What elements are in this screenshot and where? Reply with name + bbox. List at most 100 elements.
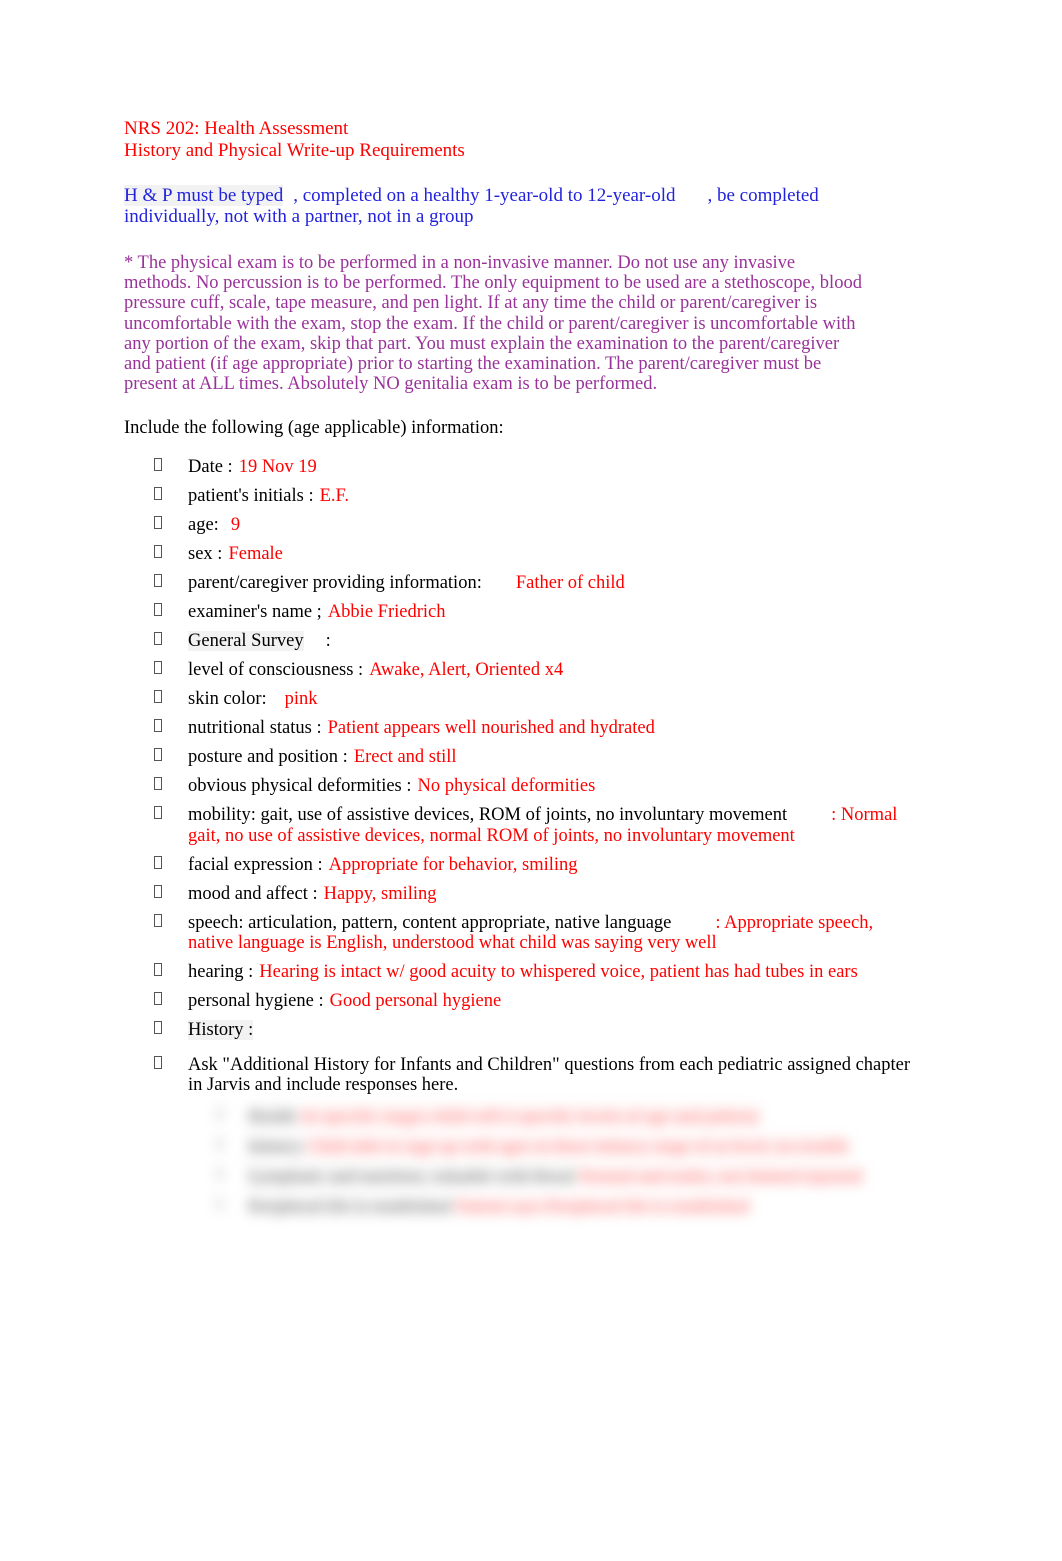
item-answer: E.F. bbox=[319, 486, 349, 507]
bullet-box-icon bbox=[154, 632, 162, 646]
list-item: nutritional status : Patient appears well… bbox=[124, 718, 914, 739]
bullet-box-icon bbox=[216, 1167, 223, 1180]
item-label: level of consciousness : bbox=[188, 660, 364, 681]
item-answer: Erect and still bbox=[353, 747, 457, 768]
item-answer: Hearing is intact w/ good acuity to whis… bbox=[259, 962, 858, 983]
redacted-sub-list: Health At specific stages child will it … bbox=[124, 1105, 914, 1216]
list-item: age: 9 bbox=[124, 515, 914, 536]
item-label: posture and position : bbox=[188, 747, 348, 768]
redacted-row: Peripheral life is established Patient s… bbox=[194, 1195, 914, 1216]
list-item: sex : Female bbox=[124, 544, 914, 565]
list-item: facial expression : Appropriate for behav… bbox=[124, 855, 914, 876]
redacted-value: At specific stages child will it specifi… bbox=[299, 1105, 760, 1126]
bullet-box-icon bbox=[154, 545, 162, 559]
bullet-box-icon bbox=[154, 603, 162, 617]
bullet-box-icon bbox=[154, 855, 162, 869]
list-item: Ask "Additional History for Infants and … bbox=[124, 1055, 914, 1096]
item-label: mobility: gait, use of assistive devices… bbox=[188, 805, 788, 826]
item-label: General Survey bbox=[188, 631, 304, 652]
bullet-box-icon bbox=[154, 884, 162, 898]
list-item: hearing : Hearing is intact w/ good acuit… bbox=[124, 962, 914, 983]
list-item: mood and affect : Happy, smiling bbox=[124, 884, 914, 905]
requirement-statement: H & P must be typed , completed on a heal… bbox=[124, 185, 904, 227]
item-label: obvious physical deformities : bbox=[188, 776, 412, 797]
redacted-label: Infancy bbox=[248, 1135, 303, 1156]
item-answer: Good personal hygiene bbox=[329, 991, 502, 1012]
document-body: NRS 202: Health Assessment History and P… bbox=[124, 118, 914, 1226]
item-label: nutritional status : bbox=[188, 718, 322, 739]
include-intro-line: Include the following (age applicable) i… bbox=[124, 418, 504, 439]
list-item: personal hygiene : Good personal hygiene bbox=[124, 991, 914, 1012]
item-answer: Patient appears well nourished and hydra… bbox=[327, 718, 655, 739]
document-subtitle: History and Physical Write-up Requiremen… bbox=[124, 139, 465, 161]
list-item: speech: articulation, pattern, content a… bbox=[124, 913, 914, 954]
item-label: History : bbox=[188, 1020, 254, 1041]
redacted-row: Health At specific stages child will it … bbox=[194, 1105, 914, 1126]
list-item: obvious physical deformities : No physica… bbox=[124, 776, 914, 797]
bullet-box-icon bbox=[154, 487, 162, 501]
item-label: sex : bbox=[188, 544, 223, 565]
item-label: Ask "Additional History for Infants and … bbox=[188, 1054, 911, 1096]
list-item: mobility: gait, use of assistive devices… bbox=[124, 805, 914, 846]
document-page: NRS 202: Health Assessment History and P… bbox=[0, 0, 1062, 1561]
item-label: Date : bbox=[188, 457, 233, 478]
list-item: General Survey: bbox=[124, 631, 914, 652]
bullet-box-icon bbox=[154, 913, 162, 927]
list-item: patient's initials : E.F. bbox=[124, 486, 914, 507]
bullet-box-icon bbox=[216, 1137, 223, 1150]
list-item: level of consciousness : Awake, Alert, Or… bbox=[124, 660, 914, 681]
item-label: parent/caregiver providing information: bbox=[188, 573, 482, 594]
requirement-part-age: , completed on a healthy 1-year-old to 1… bbox=[293, 185, 676, 206]
requirement-part-typed: H & P must be typed bbox=[124, 185, 284, 206]
bullet-box-icon bbox=[154, 574, 162, 588]
item-label: hearing : bbox=[188, 962, 254, 983]
bullet-box-icon bbox=[216, 1107, 223, 1120]
bullet-box-icon bbox=[154, 777, 162, 791]
list-item: History : bbox=[124, 1020, 914, 1041]
document-header: NRS 202: Health Assessment History and P… bbox=[124, 118, 914, 161]
bullet-box-icon bbox=[154, 458, 162, 472]
list-item: examiner's name ; Abbie Friedrich bbox=[124, 602, 914, 623]
item-answer: 19 Nov 19 bbox=[238, 457, 317, 478]
bullet-box-icon bbox=[154, 661, 162, 675]
redacted-value: Child able to sign up with ages in these… bbox=[307, 1135, 850, 1156]
redacted-row: Lymphatic and nutrition, valuable with b… bbox=[194, 1165, 914, 1186]
exam-instructions-paragraph: * The physical exam is to be performed i… bbox=[124, 253, 862, 395]
redacted-row: Infancy Child able to sign up with ages … bbox=[194, 1135, 914, 1156]
list-item: skin color: pink bbox=[124, 689, 914, 710]
redacted-label: Health bbox=[248, 1105, 296, 1126]
item-suffix: : bbox=[325, 631, 331, 652]
item-label: patient's initials : bbox=[188, 486, 314, 507]
redacted-label: Lymphatic and nutrition, valuable with b… bbox=[248, 1165, 574, 1186]
assessment-item-list: Date :19 Nov 19 patient's initials : E.F.… bbox=[124, 457, 914, 1096]
redacted-label: Peripheral life is established bbox=[248, 1195, 452, 1216]
bullet-box-icon bbox=[154, 719, 162, 733]
item-label: examiner's name ; bbox=[188, 602, 322, 623]
item-answer: Appropriate for behavior, smiling bbox=[328, 854, 578, 875]
item-answer: Abbie Friedrich bbox=[327, 602, 446, 623]
item-label: mood and affect : bbox=[188, 883, 318, 904]
item-answer: Awake, Alert, Oriented x4 bbox=[369, 660, 564, 681]
item-answer: pink bbox=[284, 689, 318, 710]
bullet-box-icon bbox=[154, 516, 162, 530]
bullet-box-icon bbox=[154, 1021, 162, 1035]
item-answer: No physical deformities bbox=[417, 776, 596, 797]
list-item: parent/caregiver providing information: F… bbox=[124, 573, 914, 594]
course-title: NRS 202: Health Assessment bbox=[124, 118, 349, 139]
bullet-box-icon bbox=[154, 806, 162, 820]
item-label: age: bbox=[188, 515, 219, 536]
item-answer: Happy, smiling bbox=[323, 883, 437, 904]
list-item: posture and position : Erect and still bbox=[124, 747, 914, 768]
redacted-value: Patient says Peripheral life is establis… bbox=[455, 1195, 750, 1216]
bullet-box-icon bbox=[154, 1055, 162, 1069]
item-answer: 9 bbox=[230, 515, 241, 536]
bullet-box-icon bbox=[154, 690, 162, 704]
bullet-box-icon bbox=[154, 748, 162, 762]
list-item: Date :19 Nov 19 bbox=[124, 457, 914, 478]
item-answer: Female bbox=[228, 544, 283, 565]
item-label: personal hygiene : bbox=[188, 991, 324, 1012]
item-answer: Father of child bbox=[515, 573, 625, 594]
bullet-box-icon bbox=[154, 992, 162, 1006]
item-label: skin color: bbox=[188, 689, 267, 710]
bullet-box-icon bbox=[154, 963, 162, 977]
